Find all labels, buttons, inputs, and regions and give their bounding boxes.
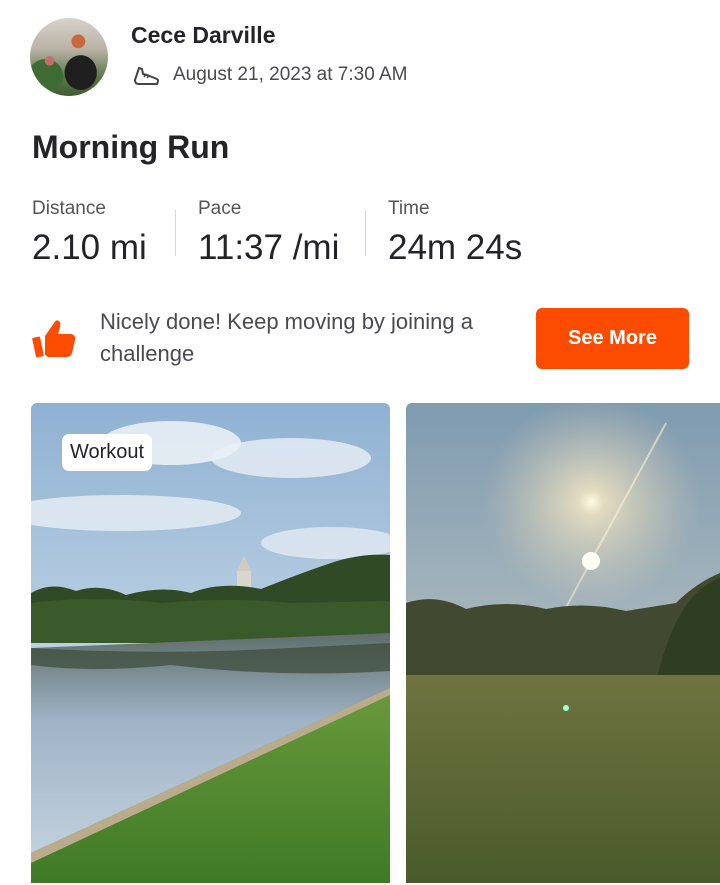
stat-time: Time 24m 24s [366,198,522,268]
thumbs-up-icon [32,320,76,358]
athlete-name[interactable]: Cece Darville [131,22,275,49]
workout-badge: Workout [62,434,153,471]
lake-photo[interactable] [31,403,390,883]
stat-pace-label: Pace [198,198,242,219]
athlete-avatar[interactable] [30,18,108,96]
stat-time-value: 24m 24s [388,228,523,267]
stat-pace-value: 11:37 /mi [198,228,340,267]
activity-title[interactable]: Morning Run [32,129,229,166]
stat-distance: Distance 2.10 mi [32,198,175,268]
stat-distance-label: Distance [32,198,106,219]
activity-stats: Distance 2.10 mi Pace 11:37 /mi Time 24m… [32,198,522,268]
see-more-button[interactable]: See More [536,308,689,369]
running-shoe-icon [134,67,159,85]
stat-distance-value: 2.10 mi [32,228,147,267]
activity-meta: August 21, 2023 at 7:30 AM [131,60,408,90]
challenge-prompt: Nicely done! Keep moving by joining a ch… [100,309,474,366]
stat-time-label: Time [388,198,430,219]
stat-pace: Pace 11:37 /mi [176,198,365,268]
activity-date: August 21, 2023 at 7:30 AM [173,64,408,85]
sunrise-field-photo[interactable] [406,403,720,883]
